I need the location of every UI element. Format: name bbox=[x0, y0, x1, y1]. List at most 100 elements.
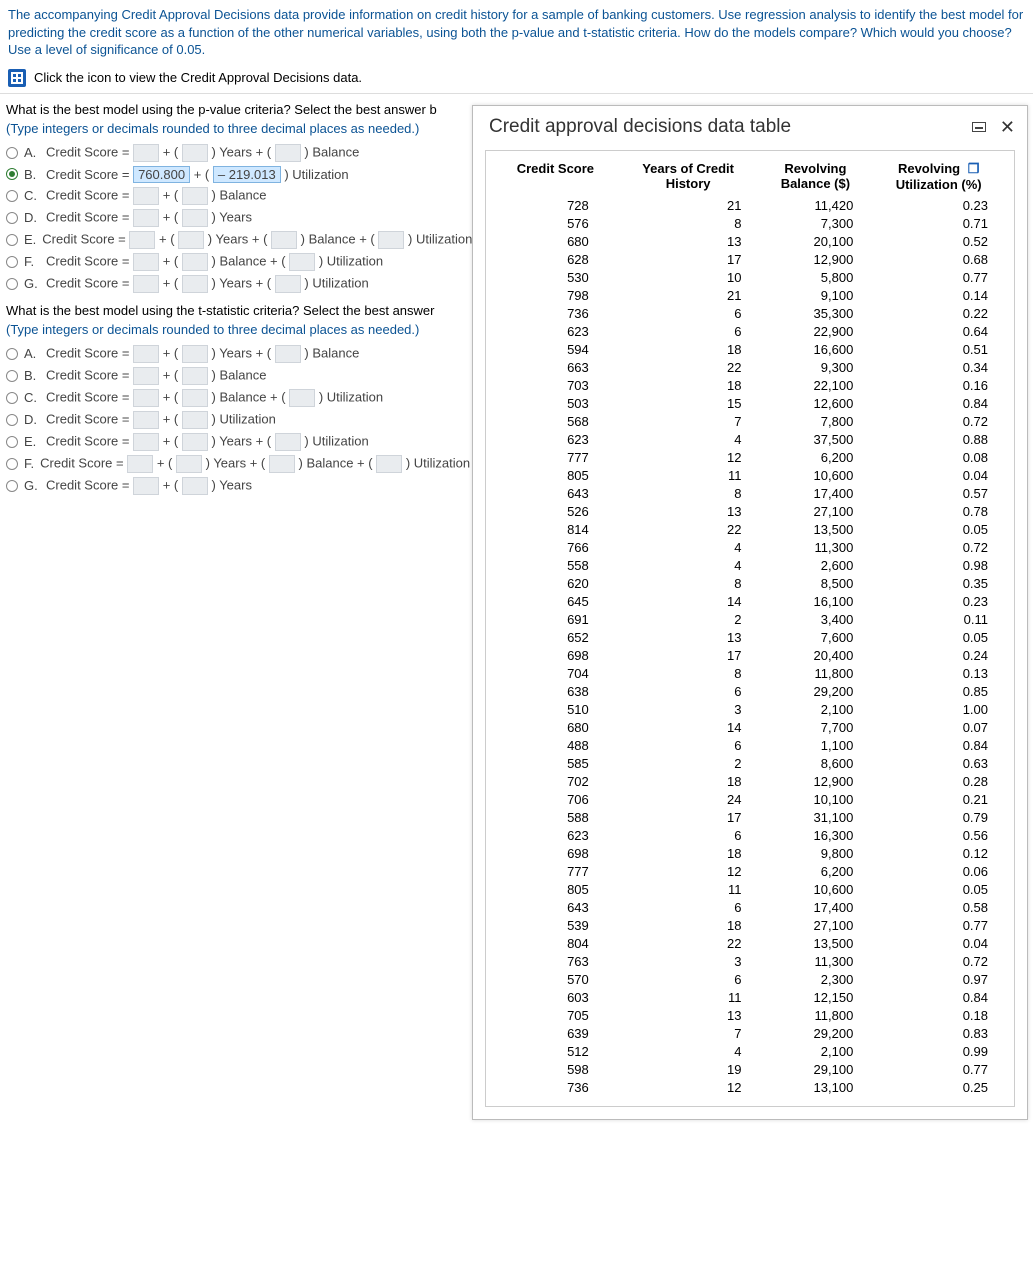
radio-icon[interactable] bbox=[6, 256, 18, 268]
input-box[interactable] bbox=[182, 477, 208, 495]
table-row: 8051110,6000.04 bbox=[494, 466, 1006, 484]
radio-icon[interactable] bbox=[6, 458, 18, 470]
cell: 539 bbox=[494, 916, 617, 934]
cell: 10,600 bbox=[759, 466, 871, 484]
q1-option-E[interactable]: E.Credit Score = + ( ) Years + ( ) Balan… bbox=[6, 231, 464, 249]
input-box[interactable] bbox=[182, 345, 208, 363]
filled-value[interactable]: – 219.013 bbox=[213, 166, 281, 183]
input-box[interactable] bbox=[133, 275, 159, 293]
radio-icon[interactable] bbox=[6, 392, 18, 404]
q1-option-F[interactable]: F.Credit Score = + ( ) Balance + ( ) Uti… bbox=[6, 253, 464, 271]
cell: 29,200 bbox=[759, 682, 871, 700]
cell: 736 bbox=[494, 304, 617, 322]
radio-icon[interactable] bbox=[6, 436, 18, 448]
radio-icon[interactable] bbox=[6, 414, 18, 426]
input-box[interactable] bbox=[271, 231, 297, 249]
q2-option-C[interactable]: C.Credit Score = + ( ) Balance + ( ) Uti… bbox=[6, 389, 464, 407]
input-box[interactable] bbox=[376, 455, 402, 473]
table-row: 55842,6000.98 bbox=[494, 556, 1006, 574]
input-box[interactable] bbox=[133, 253, 159, 271]
input-box[interactable] bbox=[275, 275, 301, 293]
cell: 0.72 bbox=[871, 538, 1006, 556]
q1-option-D[interactable]: D.Credit Score = + ( ) Years bbox=[6, 209, 464, 227]
q1-option-G[interactable]: G.Credit Score = + ( ) Years + ( ) Utili… bbox=[6, 275, 464, 293]
cell: 0.04 bbox=[871, 934, 1006, 952]
q2-option-E[interactable]: E.Credit Score = + ( ) Years + ( ) Utili… bbox=[6, 433, 464, 451]
input-box[interactable] bbox=[182, 433, 208, 451]
cell: 13,100 bbox=[759, 1078, 871, 1096]
input-box[interactable] bbox=[275, 144, 301, 162]
input-box[interactable] bbox=[127, 455, 153, 473]
input-box[interactable] bbox=[275, 433, 301, 451]
cell: 0.13 bbox=[871, 664, 1006, 682]
q2-option-D[interactable]: D.Credit Score = + ( ) Utilization bbox=[6, 411, 464, 429]
copy-icon[interactable]: ❐ bbox=[964, 161, 979, 176]
cell: 12,600 bbox=[759, 394, 871, 412]
input-box[interactable] bbox=[133, 209, 159, 227]
q2-option-B[interactable]: B.Credit Score = + ( ) Balance bbox=[6, 367, 464, 385]
radio-icon[interactable] bbox=[6, 348, 18, 360]
input-box[interactable] bbox=[378, 231, 404, 249]
filled-value[interactable]: 760.800 bbox=[133, 166, 190, 183]
q2-option-G[interactable]: G.Credit Score = + ( ) Years bbox=[6, 477, 464, 495]
q2-option-A[interactable]: A.Credit Score = + ( ) Years + ( ) Balan… bbox=[6, 345, 464, 363]
input-box[interactable] bbox=[133, 433, 159, 451]
q1-option-C[interactable]: C.Credit Score = + ( ) Balance bbox=[6, 187, 464, 205]
option-body: Credit Score = + ( ) Years + ( ) Balance bbox=[46, 144, 359, 162]
cell: 35,300 bbox=[759, 304, 871, 322]
input-box[interactable] bbox=[182, 367, 208, 385]
cell: 0.85 bbox=[871, 682, 1006, 700]
input-box[interactable] bbox=[133, 477, 159, 495]
input-box[interactable] bbox=[289, 389, 315, 407]
close-icon[interactable]: ✕ bbox=[1000, 120, 1015, 134]
input-box[interactable] bbox=[289, 253, 315, 271]
input-box[interactable] bbox=[182, 389, 208, 407]
option-letter: A. bbox=[24, 145, 40, 160]
input-box[interactable] bbox=[133, 144, 159, 162]
view-data-link[interactable]: Click the icon to view the Credit Approv… bbox=[34, 70, 362, 85]
input-box[interactable] bbox=[176, 455, 202, 473]
cell: 0.28 bbox=[871, 772, 1006, 790]
radio-icon[interactable] bbox=[6, 168, 18, 180]
input-box[interactable] bbox=[133, 187, 159, 205]
radio-icon[interactable] bbox=[6, 190, 18, 202]
cell: 558 bbox=[494, 556, 617, 574]
radio-icon[interactable] bbox=[6, 278, 18, 290]
cell: 17,400 bbox=[759, 484, 871, 502]
cell: 3 bbox=[617, 952, 760, 970]
input-box[interactable] bbox=[182, 187, 208, 205]
table-row: 777126,2000.06 bbox=[494, 862, 1006, 880]
q1-option-B[interactable]: B.Credit Score = 760.800 + ( – 219.013 )… bbox=[6, 166, 464, 183]
cell: 0.83 bbox=[871, 1024, 1006, 1042]
radio-icon[interactable] bbox=[6, 212, 18, 224]
input-box[interactable] bbox=[133, 345, 159, 363]
input-box[interactable] bbox=[133, 389, 159, 407]
input-box[interactable] bbox=[182, 209, 208, 227]
col-header: Revolving ❐Utilization (%) bbox=[871, 157, 1006, 196]
input-box[interactable] bbox=[182, 411, 208, 429]
table-icon[interactable] bbox=[8, 69, 26, 87]
cell: 2,600 bbox=[759, 556, 871, 574]
input-box[interactable] bbox=[133, 367, 159, 385]
minimize-icon[interactable] bbox=[972, 122, 986, 132]
q1-option-A[interactable]: A. Credit Score = + ( ) Years + ( ) Balan… bbox=[6, 144, 464, 162]
radio-icon[interactable] bbox=[6, 370, 18, 382]
cell: 29,100 bbox=[759, 1060, 871, 1078]
radio-icon[interactable] bbox=[6, 234, 18, 246]
radio-icon[interactable] bbox=[6, 147, 18, 159]
input-box[interactable] bbox=[182, 253, 208, 271]
q2-option-F[interactable]: F.Credit Score = + ( ) Years + ( ) Balan… bbox=[6, 455, 464, 473]
col-header: Credit Score bbox=[494, 157, 617, 196]
radio-icon[interactable] bbox=[6, 480, 18, 492]
input-box[interactable] bbox=[178, 231, 204, 249]
input-box[interactable] bbox=[129, 231, 155, 249]
input-box[interactable] bbox=[182, 144, 208, 162]
col-header: Years of CreditHistory bbox=[617, 157, 760, 196]
view-data-row: Click the icon to view the Credit Approv… bbox=[0, 63, 1033, 94]
input-box[interactable] bbox=[182, 275, 208, 293]
input-box[interactable] bbox=[133, 411, 159, 429]
input-box[interactable] bbox=[269, 455, 295, 473]
cell: 3,400 bbox=[759, 610, 871, 628]
cell: 0.22 bbox=[871, 304, 1006, 322]
input-box[interactable] bbox=[275, 345, 301, 363]
